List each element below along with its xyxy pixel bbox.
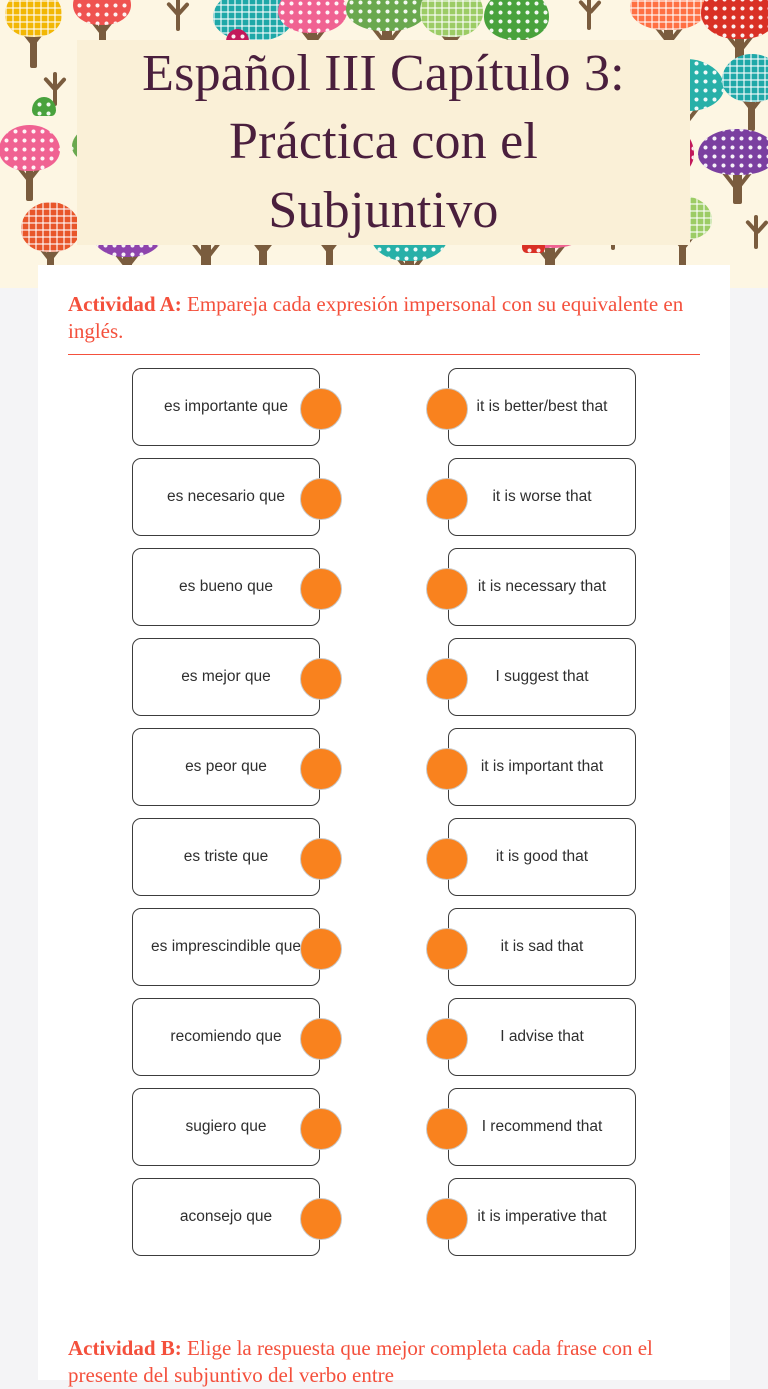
match-right-card-9[interactable]: it is imperative that xyxy=(448,1178,636,1256)
match-row: sugiero que I recommend that xyxy=(38,1088,730,1178)
match-right-connector-dot-0[interactable] xyxy=(426,388,468,430)
match-right-label: it is good that xyxy=(495,847,589,865)
match-left-label: sugiero que xyxy=(185,1117,267,1135)
page-title: Español III Capítulo 3: Práctica con el Su… xyxy=(132,40,635,246)
match-left-connector-dot-7[interactable] xyxy=(300,1018,342,1060)
match-right-card-4[interactable]: it is important that xyxy=(448,728,636,806)
match-right-card-6[interactable]: it is sad that xyxy=(448,908,636,986)
match-left-label: es mejor que xyxy=(181,667,271,685)
bare-tree-graphic xyxy=(739,214,768,250)
page-title-line-1: Práctica con el xyxy=(228,113,539,171)
match-row: es necesario que it is worse that xyxy=(38,458,730,548)
match-right-connector-dot-2[interactable] xyxy=(426,568,468,610)
match-right-card-1[interactable]: it is worse that xyxy=(448,458,636,536)
match-left-label: es bueno que xyxy=(179,577,273,595)
match-row: recomiendo que I advise that xyxy=(38,998,730,1088)
match-left-label: es imprescindible que xyxy=(151,937,301,955)
page-title-line-0: Español III Capítulo 3: xyxy=(142,44,625,102)
match-row: es mejor que I suggest that xyxy=(38,638,730,728)
match-right-connector-dot-6[interactable] xyxy=(426,928,468,970)
match-left-connector-dot-2[interactable] xyxy=(300,568,342,610)
match-right-card-0[interactable]: it is better/best that xyxy=(448,368,636,446)
match-left-card-8[interactable]: sugiero que xyxy=(132,1088,320,1166)
activity-b-heading: Actividad B: Elige la respuesta que mejo… xyxy=(68,1335,702,1389)
match-left-label: es necesario que xyxy=(166,487,286,505)
match-row: es importante que it is better/best that xyxy=(38,368,730,458)
match-right-connector-dot-5[interactable] xyxy=(426,838,468,880)
match-right-connector-dot-8[interactable] xyxy=(426,1108,468,1150)
match-row: es imprescindible que it is sad that xyxy=(38,908,730,998)
match-left-connector-dot-5[interactable] xyxy=(300,838,342,880)
match-right-connector-dot-7[interactable] xyxy=(426,1018,468,1060)
worksheet-sheet: Actividad A: Empareja cada expresión imp… xyxy=(38,265,730,1387)
match-right-card-7[interactable]: I advise that xyxy=(448,998,636,1076)
match-left-card-1[interactable]: es necesario que xyxy=(132,458,320,536)
match-row: es peor que it is important that xyxy=(38,728,730,818)
match-right-label: it is necessary that xyxy=(477,577,607,595)
matching-exercise: es importante que it is better/best that e… xyxy=(38,368,730,1268)
bare-tree-graphic xyxy=(572,0,607,31)
bush-graphic xyxy=(32,97,57,116)
match-left-card-0[interactable]: es importante que xyxy=(132,368,320,446)
match-left-connector-dot-6[interactable] xyxy=(300,928,342,970)
match-right-label: it is better/best that xyxy=(476,397,608,415)
match-left-card-6[interactable]: es imprescindible que xyxy=(132,908,320,986)
match-left-label: es importante que xyxy=(163,397,289,415)
match-right-connector-dot-4[interactable] xyxy=(426,748,468,790)
match-right-label: it is worse that xyxy=(492,487,592,505)
match-left-label: es triste que xyxy=(183,847,269,865)
match-left-card-9[interactable]: aconsejo que xyxy=(132,1178,320,1256)
match-right-label: I suggest that xyxy=(495,667,589,685)
match-left-connector-dot-4[interactable] xyxy=(300,748,342,790)
match-right-label: it is important that xyxy=(480,757,604,775)
match-left-connector-dot-8[interactable] xyxy=(300,1108,342,1150)
match-left-connector-dot-1[interactable] xyxy=(300,478,342,520)
match-left-connector-dot-3[interactable] xyxy=(300,658,342,700)
match-left-card-7[interactable]: recomiendo que xyxy=(132,998,320,1076)
match-right-label: it is imperative that xyxy=(477,1207,607,1225)
match-right-card-3[interactable]: I suggest that xyxy=(448,638,636,716)
match-left-card-5[interactable]: es triste que xyxy=(132,818,320,896)
activity-b-label: Actividad B: xyxy=(68,1336,182,1360)
activity-a-label: Actividad A: xyxy=(68,292,182,316)
match-right-card-8[interactable]: I recommend that xyxy=(448,1088,636,1166)
match-row: es bueno que it is necessary that xyxy=(38,548,730,638)
worksheet-title-card: Español III Capítulo 3: Práctica con el Su… xyxy=(77,40,690,245)
match-left-connector-dot-0[interactable] xyxy=(300,388,342,430)
match-right-label: I recommend that xyxy=(481,1117,603,1135)
match-left-label: aconsejo que xyxy=(179,1207,273,1225)
match-left-connector-dot-9[interactable] xyxy=(300,1198,342,1240)
activity-a-heading: Actividad A: Empareja cada expresión imp… xyxy=(68,291,702,345)
match-left-label: recomiendo que xyxy=(170,1027,282,1045)
match-row: aconsejo que it is imperative that xyxy=(38,1178,730,1268)
match-right-connector-dot-1[interactable] xyxy=(426,478,468,520)
match-left-card-4[interactable]: es peor que xyxy=(132,728,320,806)
match-row: es triste que it is good that xyxy=(38,818,730,908)
match-right-label: I advise that xyxy=(500,1027,584,1045)
bare-tree-graphic xyxy=(160,0,195,32)
page-title-line-2: Subjuntivo xyxy=(268,181,499,239)
match-right-connector-dot-9[interactable] xyxy=(426,1198,468,1240)
match-right-label: it is sad that xyxy=(500,937,584,955)
match-right-connector-dot-3[interactable] xyxy=(426,658,468,700)
match-right-card-5[interactable]: it is good that xyxy=(448,818,636,896)
activity-a-divider xyxy=(68,354,700,355)
match-left-label: es peor que xyxy=(185,757,267,775)
match-left-card-2[interactable]: es bueno que xyxy=(132,548,320,626)
match-right-card-2[interactable]: it is necessary that xyxy=(448,548,636,626)
match-left-card-3[interactable]: es mejor que xyxy=(132,638,320,716)
